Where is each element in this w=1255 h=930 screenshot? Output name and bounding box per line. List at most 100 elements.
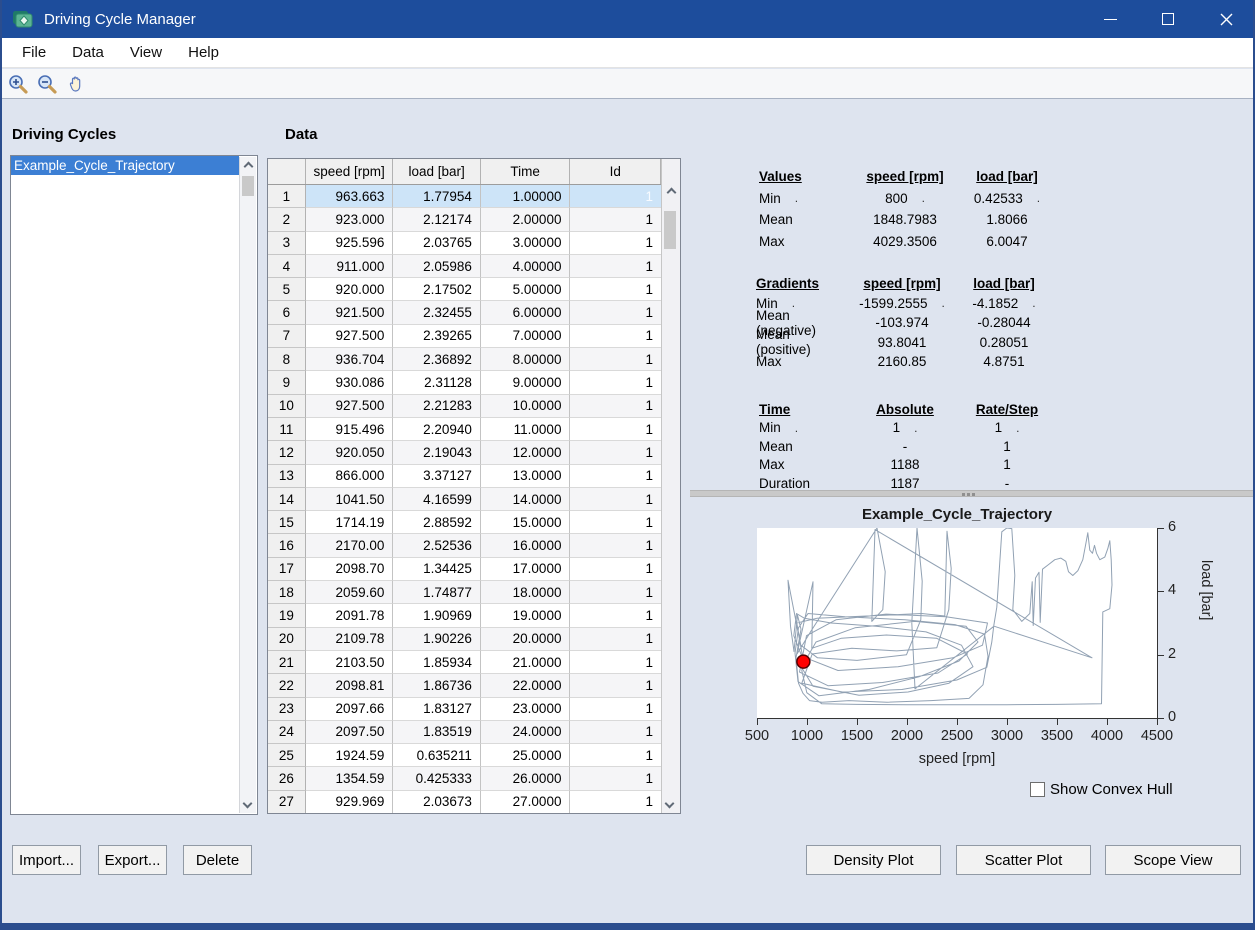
menu-item-help[interactable]: Help — [176, 40, 231, 65]
table-cell[interactable]: 2.03765 — [393, 232, 481, 255]
table-cell[interactable]: 915.496 — [306, 418, 394, 441]
scroll-down-icon[interactable] — [665, 799, 675, 809]
table-cell[interactable]: 23.0000 — [481, 698, 571, 721]
table-cell[interactable]: 2091.78 — [306, 604, 394, 627]
table-cell[interactable]: 2.17502 — [393, 278, 481, 301]
table-cell[interactable]: 2098.70 — [306, 558, 394, 581]
table-cell[interactable]: 0.635211 — [393, 744, 481, 767]
table-cell[interactable]: 22.0000 — [481, 674, 571, 697]
table-cell[interactable]: 1.83519 — [393, 721, 481, 744]
table-cell[interactable]: 15.0000 — [481, 511, 571, 534]
pan-hand-icon[interactable] — [63, 72, 89, 96]
table-cell[interactable]: 2.00000 — [481, 208, 571, 231]
table-cell[interactable]: 16.0000 — [481, 534, 571, 557]
table-cell[interactable]: 4.00000 — [481, 255, 571, 278]
table-row[interactable]: 8936.7042.368928.000001 — [268, 348, 661, 371]
table-row[interactable]: 141041.504.1659914.00001 — [268, 488, 661, 511]
table-cell[interactable]: 25.0000 — [481, 744, 571, 767]
table-cell[interactable]: 925.596 — [306, 232, 394, 255]
table-cell[interactable]: 2059.60 — [306, 581, 394, 604]
table-cell[interactable]: 1 — [570, 791, 661, 814]
density-plot-button[interactable]: Density Plot — [806, 845, 941, 875]
table-scrollbar[interactable] — [661, 159, 680, 813]
listbox-scrollbar[interactable] — [239, 157, 256, 813]
table-cell[interactable]: 2.32455 — [393, 301, 481, 324]
table-cell[interactable]: 11.0000 — [481, 418, 571, 441]
table-cell[interactable]: 1 — [570, 255, 661, 278]
table-cell[interactable]: 2.39265 — [393, 325, 481, 348]
table-cell[interactable]: 1 — [570, 674, 661, 697]
show-convex-hull-checkbox[interactable] — [1030, 782, 1045, 797]
table-row[interactable]: 6921.5002.324556.000001 — [268, 301, 661, 324]
table-cell[interactable]: 920.050 — [306, 441, 394, 464]
menu-item-file[interactable]: File — [10, 40, 58, 65]
menu-item-data[interactable]: Data — [60, 40, 116, 65]
table-row[interactable]: 242097.501.8351924.00001 — [268, 721, 661, 744]
table-cell[interactable]: 2.03673 — [393, 791, 481, 814]
table-cell[interactable]: 1 — [570, 767, 661, 790]
table-cell[interactable]: 3.00000 — [481, 232, 571, 255]
table-cell[interactable]: 1 — [570, 232, 661, 255]
table-row[interactable]: 222098.811.8673622.00001 — [268, 674, 661, 697]
table-cell[interactable]: 1 — [570, 744, 661, 767]
table-row[interactable]: 13866.0003.3712713.00001 — [268, 465, 661, 488]
table-cell[interactable]: 1 — [570, 278, 661, 301]
column-header[interactable]: Id — [570, 159, 661, 184]
table-cell[interactable]: 24.0000 — [481, 721, 571, 744]
table-cell[interactable]: 2170.00 — [306, 534, 394, 557]
table-cell[interactable]: 2109.78 — [306, 628, 394, 651]
table-row[interactable]: 192091.781.9096919.00001 — [268, 604, 661, 627]
zoom-in-icon[interactable] — [5, 72, 31, 96]
table-cell[interactable]: 13.0000 — [481, 465, 571, 488]
table-cell[interactable]: 1 — [570, 488, 661, 511]
table-row[interactable]: 1963.6631.779541.000001 — [268, 185, 661, 208]
table-row[interactable]: 7927.5002.392657.000001 — [268, 325, 661, 348]
table-cell[interactable]: 1 — [570, 325, 661, 348]
table-cell[interactable]: 1.00000 — [481, 185, 571, 208]
table-cell[interactable]: 21.0000 — [481, 651, 571, 674]
table-cell[interactable]: 1 — [570, 558, 661, 581]
import-button[interactable]: Import... — [12, 845, 81, 875]
table-cell[interactable]: 927.500 — [306, 395, 394, 418]
table-row[interactable]: 11915.4962.2094011.00001 — [268, 418, 661, 441]
table-row[interactable]: 10927.5002.2128310.00001 — [268, 395, 661, 418]
table-row[interactable]: 212103.501.8593421.00001 — [268, 651, 661, 674]
list-item[interactable]: Example_Cycle_Trajectory — [11, 156, 239, 175]
table-row[interactable]: 172098.701.3442517.00001 — [268, 558, 661, 581]
table-row[interactable]: 3925.5962.037653.000001 — [268, 232, 661, 255]
scrollbar-thumb[interactable] — [664, 211, 676, 249]
table-cell[interactable]: 2.20940 — [393, 418, 481, 441]
table-cell[interactable]: 1924.59 — [306, 744, 394, 767]
table-cell[interactable]: 1 — [570, 604, 661, 627]
table-cell[interactable]: 3.37127 — [393, 465, 481, 488]
table-cell[interactable]: 4.16599 — [393, 488, 481, 511]
table-row[interactable]: 251924.590.63521125.00001 — [268, 744, 661, 767]
table-cell[interactable]: 2.21283 — [393, 395, 481, 418]
table-cell[interactable]: 1 — [570, 581, 661, 604]
table-cell[interactable]: 911.000 — [306, 255, 394, 278]
scope-view-button[interactable]: Scope View — [1105, 845, 1241, 875]
export-button[interactable]: Export... — [98, 845, 167, 875]
driving-cycles-listbox[interactable]: Example_Cycle_Trajectory — [10, 155, 258, 815]
table-row[interactable]: 162170.002.5253616.00001 — [268, 534, 661, 557]
table-row[interactable]: 9930.0862.311289.000001 — [268, 371, 661, 394]
delete-button[interactable]: Delete — [183, 845, 252, 875]
table-cell[interactable]: 2098.81 — [306, 674, 394, 697]
table-row[interactable]: 2923.0002.121742.000001 — [268, 208, 661, 231]
table-row[interactable]: 27929.9692.0367327.00001 — [268, 791, 661, 814]
table-cell[interactable]: 2.31128 — [393, 371, 481, 394]
table-cell[interactable]: 17.0000 — [481, 558, 571, 581]
table-cell[interactable]: 10.0000 — [481, 395, 571, 418]
maximize-button[interactable] — [1139, 0, 1197, 38]
table-cell[interactable]: 1.74877 — [393, 581, 481, 604]
table-cell[interactable]: 1 — [570, 721, 661, 744]
column-header[interactable]: load [bar] — [393, 159, 481, 184]
table-cell[interactable]: 1 — [570, 511, 661, 534]
table-cell[interactable]: 2.05986 — [393, 255, 481, 278]
column-header[interactable]: speed [rpm] — [306, 159, 394, 184]
table-cell[interactable]: 921.500 — [306, 301, 394, 324]
table-cell[interactable]: 9.00000 — [481, 371, 571, 394]
table-cell[interactable]: 2.52536 — [393, 534, 481, 557]
minimize-button[interactable] — [1081, 0, 1139, 38]
scrollbar-thumb[interactable] — [242, 176, 254, 196]
